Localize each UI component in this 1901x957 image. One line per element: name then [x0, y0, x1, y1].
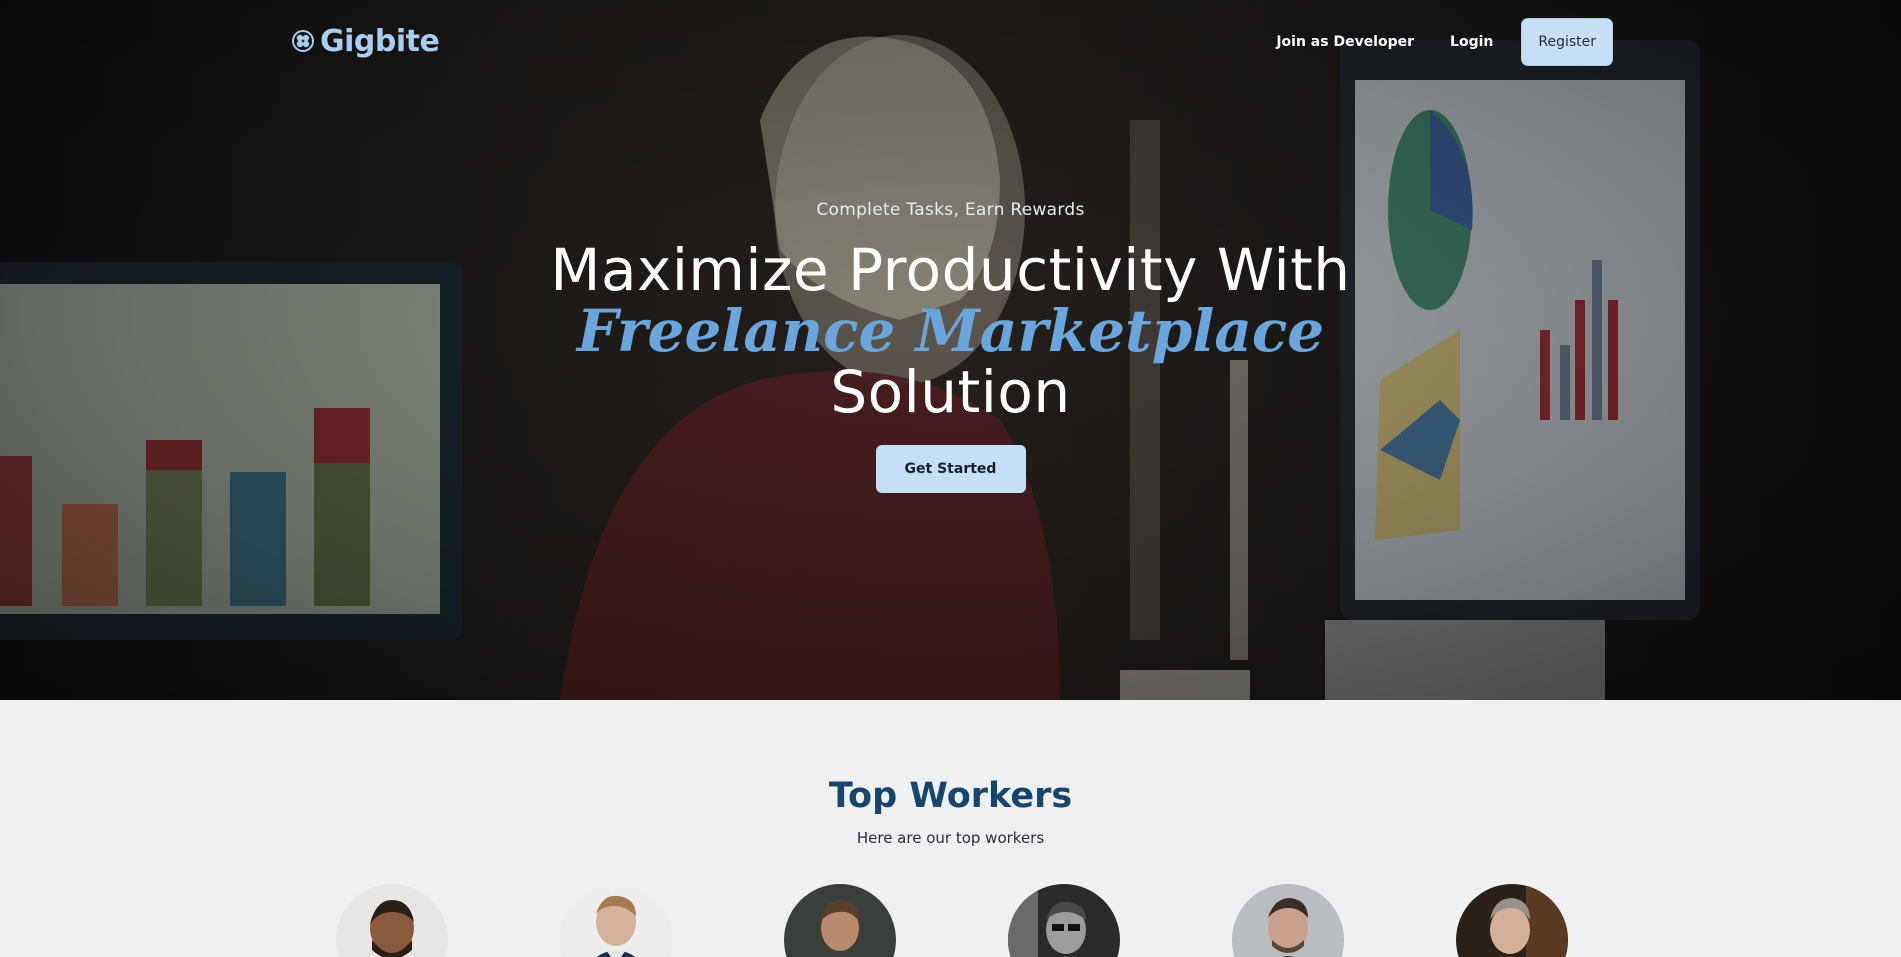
top-workers-subtitle: Here are our top workers — [856, 829, 1045, 847]
worker-avatar-6-image — [1456, 884, 1568, 957]
nav-join-developer-link[interactable]: Join as Developer — [1258, 18, 1432, 66]
worker-avatar-6[interactable] — [1456, 884, 1568, 957]
get-started-button[interactable]: Get Started — [875, 445, 1026, 493]
landing-page: Gigbite Join as Developer Login Register… — [0, 0, 1901, 957]
worker-avatar-5-image — [1232, 884, 1344, 957]
hero-headline: Maximize Productivity With Freelance Mar… — [0, 240, 1901, 423]
hero-eyebrow: Complete Tasks, Earn Rewards — [816, 200, 1085, 220]
hero-section: Gigbite Join as Developer Login Register… — [0, 0, 1901, 700]
worker-avatar-1-image — [336, 884, 448, 957]
headline-line-3: Solution — [830, 358, 1071, 426]
worker-avatar-3[interactable] — [784, 884, 896, 957]
headline-accent: Freelance Marketplace — [576, 297, 1325, 365]
logo-icon — [292, 30, 314, 52]
worker-avatar-4[interactable] — [1008, 884, 1120, 957]
worker-avatar-list — [0, 884, 1901, 957]
top-workers-section: Top Workers Here are our top workers — [0, 700, 1901, 957]
hero-content: Complete Tasks, Earn Rewards Maximize Pr… — [0, 200, 1901, 493]
brand-name: Gigbite — [320, 23, 440, 59]
worker-avatar-2[interactable] — [560, 884, 672, 957]
top-workers-title: Top Workers — [828, 776, 1073, 816]
nav-login-link[interactable]: Login — [1432, 18, 1511, 66]
headline-line-1: Maximize Productivity With — [550, 236, 1351, 304]
worker-avatar-2-image — [560, 884, 672, 957]
worker-avatar-3-image — [784, 884, 896, 957]
worker-avatar-1[interactable] — [336, 884, 448, 957]
brand-logo[interactable]: Gigbite — [292, 20, 440, 62]
worker-avatar-4-image — [1008, 884, 1120, 957]
top-navigation: Gigbite Join as Developer Login Register — [0, 18, 1901, 66]
register-button[interactable]: Register — [1521, 18, 1613, 66]
nav-links: Join as Developer Login Register — [1258, 18, 1613, 66]
worker-avatar-5[interactable] — [1232, 884, 1344, 957]
